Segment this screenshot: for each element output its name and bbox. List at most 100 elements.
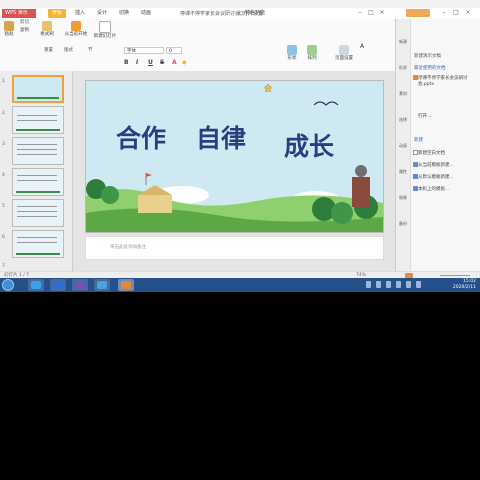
animation-icon[interactable]: 动画 <box>398 143 408 149</box>
document-title: 停课不停学家长会议研讨会 <box>180 11 241 17</box>
shape-pane-icon[interactable]: 形状 <box>398 65 408 71</box>
play-from-current-button[interactable]: 从当前开始 <box>62 21 90 37</box>
taskbar-app-wps[interactable] <box>118 279 134 291</box>
reset-button[interactable]: 重置 <box>44 47 53 53</box>
window-close-icon[interactable]: × <box>464 9 472 17</box>
tray-icon[interactable] <box>366 281 371 288</box>
slide-thumb-2[interactable] <box>12 106 64 134</box>
new-from-current-link[interactable]: 从当前模板新建... <box>418 162 454 168</box>
tray-icon[interactable] <box>406 281 411 288</box>
task-pane: 新建 形状 素材 选择 动画 属性 效果 备份 新建演示文稿 最近使用的文档 停… <box>395 19 480 271</box>
thumb-line <box>17 242 57 243</box>
slide-headline-1[interactable]: 合作 <box>116 119 166 155</box>
underline-button[interactable]: U <box>148 59 153 66</box>
taskbar-app-k[interactable] <box>50 279 66 291</box>
slide-thumb-6[interactable] <box>12 230 64 258</box>
window-restore-icon[interactable]: □ <box>452 9 460 17</box>
tray-icon[interactable] <box>416 281 421 288</box>
backup-icon[interactable]: 备份 <box>398 221 408 227</box>
tab-design[interactable]: 设计 <box>97 9 107 18</box>
zoom-slider[interactable] <box>440 275 470 276</box>
browser-icon <box>31 281 41 289</box>
format-painter-icon <box>42 21 52 31</box>
user-avatar[interactable] <box>406 9 430 17</box>
font-name-select[interactable]: 字体 <box>124 47 164 54</box>
recent-file-link[interactable]: 停课不停学家长会议研讨会.pptx <box>418 75 480 87</box>
slide-thumb-3[interactable] <box>12 137 64 165</box>
thumb-bar <box>17 97 59 99</box>
paste-button[interactable]: 粘贴 <box>2 21 16 37</box>
cut-button[interactable]: 剪切 <box>20 19 29 25</box>
slide-headline-2[interactable]: 自律 <box>196 119 246 155</box>
black-area <box>0 292 480 480</box>
taskbar-clock[interactable]: 15:02 2020/2/11 <box>453 279 476 291</box>
maximize-icon[interactable]: □ <box>367 9 375 17</box>
format-painter-label: 格式刷 <box>40 32 54 37</box>
font-color-icon[interactable]: A <box>172 59 177 66</box>
new-slide-label: 新建幻灯片 <box>93 34 117 39</box>
property-icon[interactable]: 属性 <box>398 169 408 175</box>
highlight-icon[interactable]: ◆ <box>182 59 187 66</box>
thumb-line <box>17 120 57 121</box>
new-icon[interactable]: 新建 <box>398 39 408 45</box>
document-title-suffix: 幻灯片设置 <box>238 11 264 17</box>
slide-headline-3[interactable]: 成长 <box>284 127 334 163</box>
format-painter-button[interactable]: 格式刷 <box>40 21 54 37</box>
text-box-icon[interactable]: A <box>360 43 364 50</box>
new-slide-button[interactable]: 新建幻灯片 <box>92 21 118 39</box>
new-blank-link[interactable]: 新建空白文档 <box>418 150 445 156</box>
tab-insert[interactable]: 插入 <box>75 9 85 18</box>
tab-transition[interactable]: 切换 <box>119 9 129 18</box>
slide-thumb-4[interactable] <box>12 168 64 196</box>
thumb-number: 4 <box>2 173 5 178</box>
tab-animation[interactable]: 动画 <box>141 9 151 18</box>
start-button[interactable] <box>2 279 14 291</box>
tab-home[interactable]: 开始 <box>48 9 67 18</box>
bold-button[interactable]: B <box>124 59 129 66</box>
close-icon[interactable]: × <box>378 9 386 17</box>
taskbar-app-chart[interactable] <box>94 279 110 291</box>
effect-icon[interactable]: 效果 <box>398 195 408 201</box>
recent-label: 最近使用的文档 <box>414 66 446 71</box>
thumb-line <box>17 154 57 155</box>
tray-icon[interactable] <box>386 281 391 288</box>
paste-label: 粘贴 <box>4 32 14 37</box>
arrange-button[interactable]: 排列 <box>304 45 320 61</box>
app-menu-button[interactable]: WPS 演示 <box>2 9 36 18</box>
slide-thumb-1[interactable] <box>12 75 64 103</box>
font-size-select[interactable]: 0 <box>166 47 182 54</box>
play-icon <box>71 21 81 31</box>
notes-pane[interactable]: 单击此处添加备注 <box>85 236 384 260</box>
current-slide[interactable]: 合作 自律 成长 会 <box>85 80 384 233</box>
taskbar-app-media[interactable] <box>72 279 88 291</box>
minimize-icon[interactable]: – <box>356 9 364 17</box>
thumb-number: 2 <box>2 111 5 116</box>
thumb-number: 3 <box>2 142 5 147</box>
thumb-number: 5 <box>2 204 5 209</box>
tray-icon[interactable] <box>376 281 381 288</box>
copy-button[interactable]: 复制 <box>20 27 29 33</box>
italic-button[interactable]: I <box>136 59 138 66</box>
media-icon <box>75 281 85 289</box>
open-more-link[interactable]: 打开... <box>418 113 431 119</box>
strikethrough-button[interactable]: S <box>160 59 164 66</box>
layout-button[interactable]: 版式 <box>64 47 73 53</box>
window-minimize-icon[interactable]: – <box>440 9 448 17</box>
slide-thumb-5[interactable] <box>12 199 64 227</box>
local-templates-link[interactable]: 本机上的模板... <box>418 186 449 192</box>
thumb-line <box>17 206 57 207</box>
select-icon[interactable]: 选择 <box>398 117 408 123</box>
page-setup-button[interactable]: 页面设置 <box>330 45 358 61</box>
new-from-default-link[interactable]: 从默认模板新建... <box>418 174 454 180</box>
taskbar-app-browser[interactable] <box>28 279 44 291</box>
page-setup-label: 页面设置 <box>335 56 353 61</box>
chart-app-icon <box>97 281 107 289</box>
new-label: 新建 <box>414 138 423 143</box>
slide-small-mark: 会 <box>264 84 272 93</box>
shape-button[interactable]: 形状 <box>284 45 300 61</box>
material-icon[interactable]: 素材 <box>398 91 408 97</box>
shape-icon <box>287 45 297 55</box>
section-button[interactable]: 节 <box>88 47 93 53</box>
arrange-icon <box>307 45 317 55</box>
tray-icon[interactable] <box>396 281 401 288</box>
